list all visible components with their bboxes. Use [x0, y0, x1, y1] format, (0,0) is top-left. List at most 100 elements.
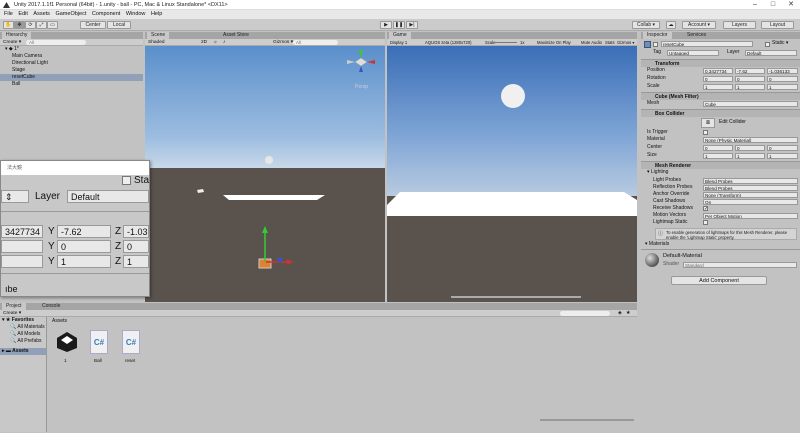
maximize-icon[interactable]: □	[764, 0, 782, 10]
close-icon[interactable]: ✕	[782, 0, 800, 10]
rotation-z[interactable]: 0	[767, 76, 798, 82]
popup-scale-z[interactable]: 1	[123, 255, 149, 268]
tab-services[interactable]: Services	[683, 32, 711, 39]
cast-shadows-dropdown[interactable]: On	[703, 199, 798, 205]
scale-y[interactable]: 1	[735, 84, 765, 90]
anchor-override-field[interactable]: None (Transform)	[703, 192, 798, 198]
game-view[interactable]: Game Display 1 AQUOS zeta (1280x720) Sca…	[387, 32, 637, 302]
hierarchy-create-button[interactable]: Create ▾	[3, 40, 21, 45]
tab-inspector[interactable]: Inspector	[643, 32, 672, 39]
hierarchy-item-ball[interactable]: Ball	[0, 81, 143, 88]
step-icon[interactable]: ▶|	[406, 21, 418, 29]
receive-shadows-checkbox[interactable]: ✓	[703, 206, 708, 212]
static-checkbox[interactable]	[765, 42, 770, 47]
center-z[interactable]: 0	[767, 145, 798, 151]
collider-material-field[interactable]: None (Physic Material)	[703, 137, 798, 143]
play-icon[interactable]: ▶	[380, 21, 392, 29]
collab-button[interactable]: Collab ▾	[632, 21, 660, 29]
pivot-center-button[interactable]: Center	[80, 21, 106, 29]
pivot-local-button[interactable]: Local	[107, 21, 131, 29]
scene-view[interactable]: Scene Asset Store Shaded 2D ☼ ♪ Gizmos ▾…	[145, 32, 385, 302]
icon-size-slider[interactable]	[540, 419, 634, 421]
motion-vectors-dropdown[interactable]: Per Object Motion	[703, 213, 798, 219]
tag-dropdown[interactable]: Untagged	[667, 50, 719, 56]
hierarchy-item-resetcube[interactable]: resetCube	[0, 74, 143, 81]
account-button[interactable]: Account ▾	[682, 21, 716, 29]
hand-tool-icon[interactable]: ✋	[3, 21, 14, 29]
popup-static-checkbox[interactable]	[122, 176, 131, 185]
menu-assets[interactable]: Assets	[33, 10, 50, 19]
popup-rot-x[interactable]	[1, 240, 43, 253]
layers-dropdown[interactable]: Layers	[723, 21, 756, 29]
layout-dropdown[interactable]: Layout	[761, 21, 794, 29]
shader-dropdown[interactable]: Standard	[683, 262, 797, 268]
popup-scale-x[interactable]	[1, 255, 43, 268]
favorite-all-materials[interactable]: 🔍 All Materials	[0, 324, 46, 331]
rotate-tool-icon[interactable]: ⟳	[25, 21, 36, 29]
assets-folder-item[interactable]: ▸ ▬ Assets	[0, 348, 46, 355]
tab-console[interactable]: Console	[38, 303, 65, 310]
menu-file[interactable]: File	[4, 10, 13, 19]
move-tool-icon[interactable]: ✥	[14, 21, 25, 29]
light-probes-dropdown[interactable]: Blend Probes	[703, 178, 798, 184]
reflection-probes-dropdown[interactable]: Blend Probes	[703, 185, 798, 191]
hierarchy-search-input[interactable]: All	[26, 40, 86, 45]
rect-tool-icon[interactable]: ▭	[47, 21, 58, 29]
box-collider-header[interactable]: Box Collider	[641, 109, 800, 117]
csharp-script-icon[interactable]: C#	[90, 330, 108, 354]
position-z[interactable]: -1.036133	[767, 68, 798, 74]
mesh-field[interactable]: Cube	[703, 101, 798, 107]
project-breadcrumb[interactable]: Assets	[52, 318, 67, 324]
menu-gameobject[interactable]: GameObject	[55, 10, 86, 19]
static-dropdown[interactable]: Static ▾	[772, 40, 788, 47]
popup-rot-y[interactable]: 0	[57, 240, 111, 253]
transform-header[interactable]: Transform	[641, 59, 800, 67]
csharp-script-icon[interactable]: C#	[122, 330, 140, 354]
popup-pos-x[interactable]: 3427734	[1, 225, 43, 238]
filter-icon[interactable]: ◈	[618, 310, 622, 317]
position-x[interactable]: 0.3427734	[703, 68, 733, 74]
menu-edit[interactable]: Edit	[18, 10, 27, 19]
mesh-renderer-header[interactable]: Mesh Renderer	[641, 161, 800, 169]
lighting-foldout[interactable]: ▾ Lighting	[647, 169, 668, 176]
center-x[interactable]: 0	[703, 145, 733, 151]
unity-scene-icon[interactable]	[55, 330, 79, 354]
menu-component[interactable]: Component	[92, 10, 120, 19]
rotation-y[interactable]: 0	[735, 76, 765, 82]
hierarchy-item-directional-light[interactable]: Directional Light	[0, 60, 143, 67]
tab-project[interactable]: Project	[2, 303, 26, 310]
star-icon[interactable]: ★	[626, 310, 630, 317]
scale-x[interactable]: 1	[703, 84, 733, 90]
size-y[interactable]: 1	[735, 153, 765, 159]
menu-help[interactable]: Help	[151, 10, 162, 19]
size-x[interactable]: 1	[703, 153, 733, 159]
scale-tool-icon[interactable]: ⤢	[36, 21, 47, 29]
cloud-icon[interactable]: ☁	[666, 21, 676, 29]
lightmap-static-checkbox[interactable]	[703, 220, 708, 225]
active-checkbox[interactable]	[653, 42, 658, 47]
popup-layer-dropdown[interactable]: Default	[67, 190, 149, 203]
position-y[interactable]: -7.62	[735, 68, 765, 74]
scene-root-item[interactable]: ▾ ◆ 1*	[0, 46, 143, 53]
pause-icon[interactable]: ❚❚	[393, 21, 405, 29]
project-create-button[interactable]: Create ▾	[3, 311, 21, 316]
popup-rot-z[interactable]: 0	[123, 240, 149, 253]
favorite-all-prefabs[interactable]: 🔍 All Prefabs	[0, 338, 46, 345]
mesh-filter-header[interactable]: Cube (Mesh Filter)	[641, 92, 800, 100]
hierarchy-item-stage[interactable]: Stage	[0, 67, 143, 74]
object-name-input[interactable]: resetCube	[661, 41, 753, 47]
edit-collider-icon[interactable]: ⧈	[701, 118, 715, 128]
layer-dropdown[interactable]: Default	[745, 50, 797, 56]
size-z[interactable]: 1	[767, 153, 798, 159]
hierarchy-item-main-camera[interactable]: Main Camera	[0, 53, 143, 60]
favorites-item[interactable]: ▾ ★ Favorites	[0, 317, 46, 324]
project-search-input[interactable]	[560, 311, 610, 316]
popup-tag-dropdown[interactable]: ⇕	[1, 190, 29, 203]
center-y[interactable]: 0	[735, 145, 765, 151]
scale-z[interactable]: 1	[767, 84, 798, 90]
is-trigger-checkbox[interactable]	[703, 130, 708, 135]
materials-foldout[interactable]: ▾ Materials	[645, 241, 669, 248]
rotation-x[interactable]: 0	[703, 76, 733, 82]
minimize-icon[interactable]: –	[746, 0, 764, 10]
add-component-button[interactable]: Add Component	[671, 276, 767, 285]
